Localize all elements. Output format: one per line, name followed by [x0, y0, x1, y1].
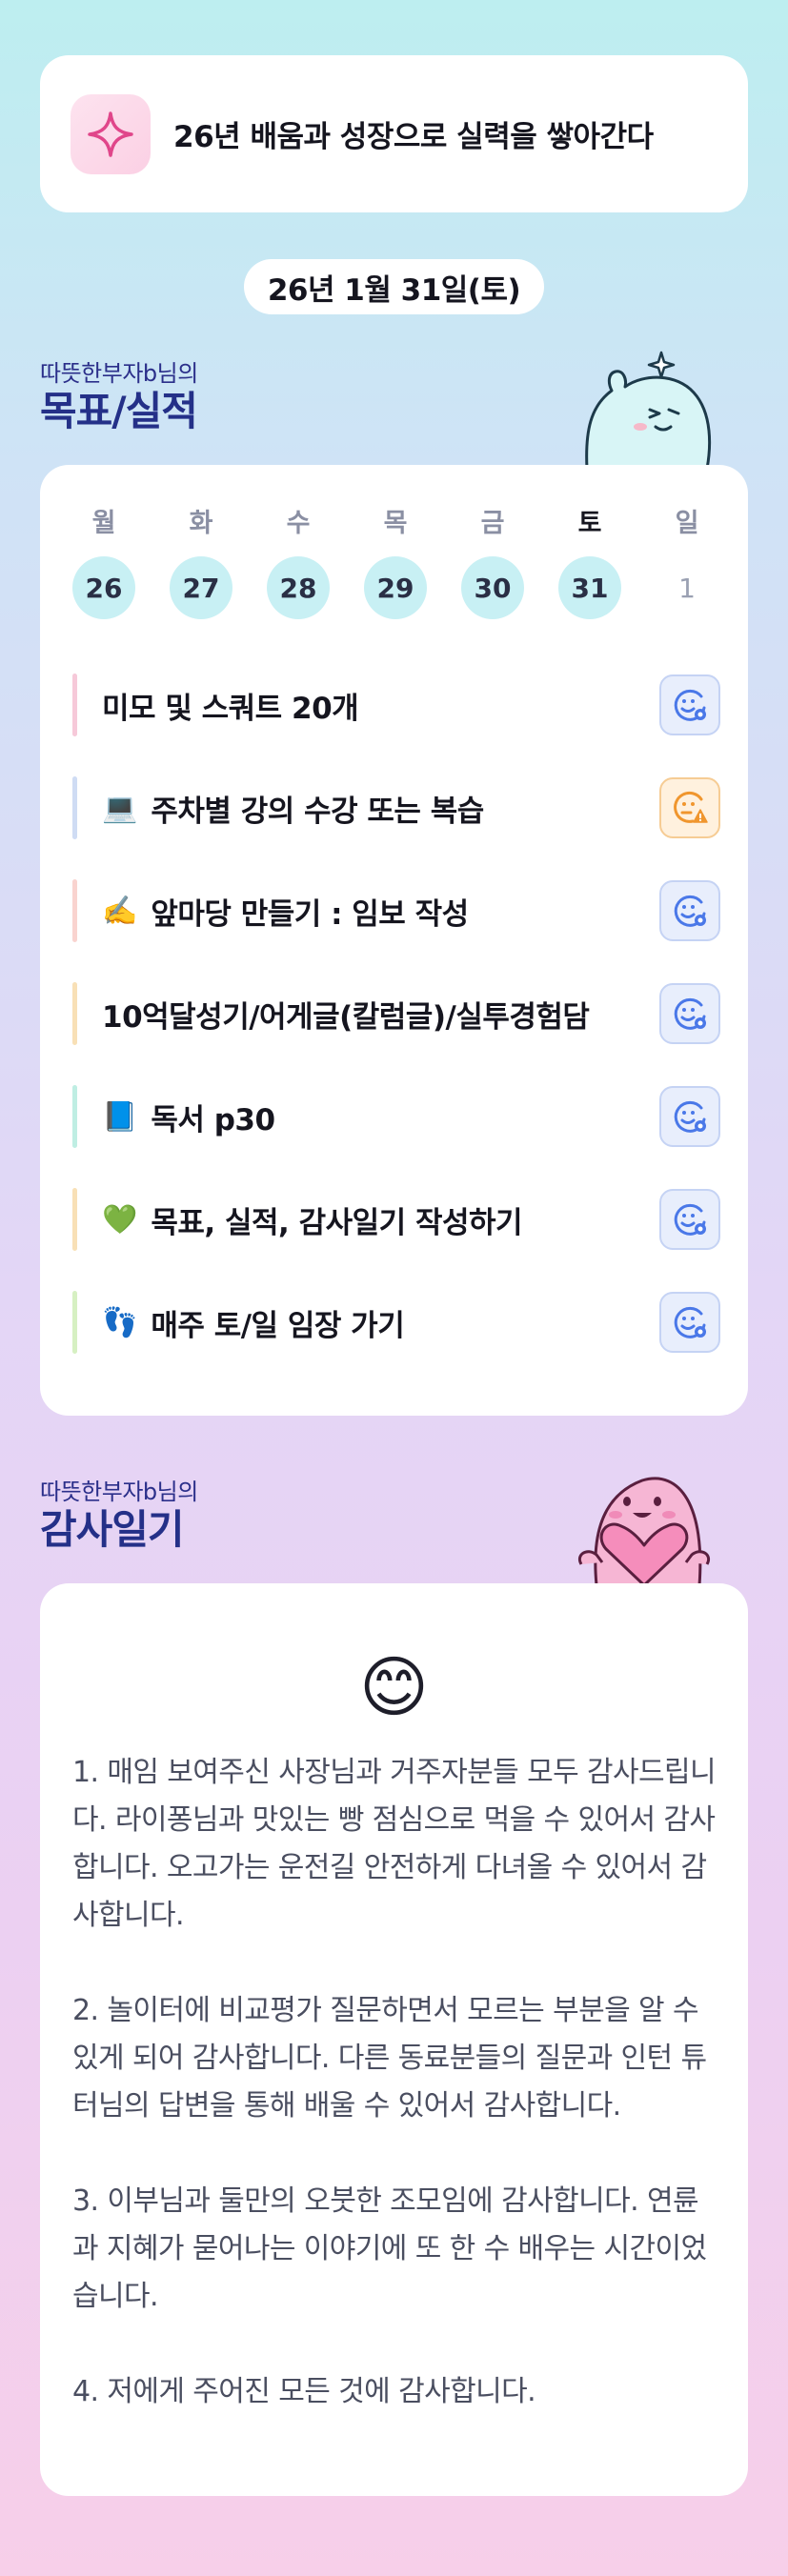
day-number: 27 [170, 556, 232, 619]
smiley-check-icon [674, 1203, 706, 1236]
status-done-button[interactable] [659, 880, 720, 941]
task-color-bar [72, 1085, 77, 1148]
task-item[interactable]: 💚 목표, 실적, 감사일기 작성하기 [72, 1187, 720, 1252]
status-done-button[interactable] [659, 1189, 720, 1250]
goals-section-title: 목표/실적 [40, 388, 198, 434]
task-color-bar [72, 1188, 77, 1251]
day-number: 29 [364, 556, 427, 619]
goal-statement: 26년 배움과 성장으로 실력을 쌓아간다 [173, 120, 654, 154]
day-name: 일 [675, 509, 699, 538]
gratitude-card: 😊 1. 매임 보여주신 사장님과 거주자분들 모두 감사드립니다. 라이퐁님과… [40, 1583, 748, 2496]
status-done-button[interactable] [659, 983, 720, 1044]
day-name: 금 [480, 509, 505, 538]
date-pill: 26년 1월 31일(토) [244, 259, 544, 314]
status-done-button[interactable] [659, 1292, 720, 1353]
task-label: 10억달성기/어게글(칼럼글)/실투경험담 [102, 999, 590, 1035]
gratitude-entry: 1. 매임 보여주신 사장님과 거주자분들 모두 감사드립니다. 라이퐁님과 맛… [72, 1756, 717, 1932]
task-label: 주차별 강의 수강 또는 복습 [151, 794, 484, 829]
smiling-face-icon: 😊 [359, 1648, 429, 1726]
day-number: 31 [558, 556, 621, 619]
week-strip: 월 26 화 27 수 28 목 29 금 30 토 31 일 1 [40, 505, 748, 619]
day-number: 26 [72, 556, 135, 619]
green-heart-icon: 💚 [102, 1202, 138, 1237]
header-card: 26년 배움과 성장으로 실력을 쌓아간다 [40, 55, 748, 212]
day-sun[interactable]: 일 1 [656, 505, 718, 619]
status-done-button[interactable] [659, 674, 720, 735]
task-label: 앞마당 만들기 : 임보 작성 [151, 896, 469, 932]
gratitude-entries: 1. 매임 보여주신 사장님과 거주자분들 모두 감사드립니다. 라이퐁님과 맛… [72, 1749, 720, 2416]
day-thu[interactable]: 목 29 [364, 505, 427, 619]
status-done-button[interactable] [659, 1086, 720, 1147]
day-tue[interactable]: 화 27 [170, 505, 232, 619]
task-item[interactable]: ✍️ 앞마당 만들기 : 임보 작성 [72, 878, 720, 943]
day-name: 수 [286, 509, 311, 538]
task-item[interactable]: 미모 및 스쿼트 20개 [72, 673, 720, 737]
task-item[interactable]: 👣 매주 토/일 임장 가기 [72, 1290, 720, 1355]
smiley-check-icon [674, 1306, 706, 1338]
waving-mascot-illustration [585, 351, 712, 471]
smiley-check-icon [674, 997, 706, 1030]
task-color-bar [72, 674, 77, 736]
day-mon[interactable]: 월 26 [72, 505, 135, 619]
day-name: 토 [577, 509, 602, 538]
day-wed[interactable]: 수 28 [267, 505, 330, 619]
task-label: 미모 및 스쿼트 20개 [102, 691, 359, 726]
day-name: 월 [91, 509, 116, 538]
task-color-bar [72, 879, 77, 942]
smiley-warning-icon [674, 791, 708, 823]
smiley-check-icon [674, 1100, 706, 1133]
writing-hand-icon: ✍️ [102, 894, 138, 928]
task-item[interactable]: 📘 독서 p30 [72, 1084, 720, 1149]
book-icon: 📘 [102, 1099, 138, 1134]
day-name: 화 [189, 509, 213, 538]
gratitude-entry: 3. 이부님과 둘만의 오붓한 조모임에 감사합니다. 연륜과 지혜가 묻어나는… [72, 2184, 707, 2313]
day-sat[interactable]: 토 31 [558, 505, 621, 619]
task-label: 매주 토/일 임장 가기 [151, 1308, 405, 1343]
task-item[interactable]: 💻 주차별 강의 수강 또는 복습 [72, 775, 720, 840]
day-number: 30 [461, 556, 524, 619]
goals-card: 월 26 화 27 수 28 목 29 금 30 토 31 일 1 미모 및 스… [40, 465, 748, 1416]
gratitude-section-title: 감사일기 [40, 1506, 185, 1553]
task-color-bar [72, 776, 77, 839]
day-fri[interactable]: 금 30 [461, 505, 524, 619]
gratitude-entry: 4. 저에게 주어진 모든 것에 감사합니다. [72, 2375, 536, 2408]
smiley-check-icon [674, 689, 706, 721]
task-item[interactable]: 10억달성기/어게글(칼럼글)/실투경험담 [72, 981, 720, 1046]
gratitude-entry: 2. 놀이터에 비교평가 질문하면서 모르는 부분을 알 수 있게 되어 감사합… [72, 1994, 707, 2123]
day-number: 28 [267, 556, 330, 619]
laptop-icon: 💻 [102, 791, 138, 825]
status-warning-button[interactable] [659, 777, 720, 838]
task-label: 독서 p30 [151, 1102, 275, 1137]
task-color-bar [72, 1291, 77, 1354]
smiley-check-icon [674, 895, 706, 927]
sparkle-icon [71, 93, 151, 174]
task-color-bar [72, 982, 77, 1045]
heart-mascot-illustration [578, 1477, 710, 1585]
day-number: 1 [678, 572, 696, 604]
task-label: 목표, 실적, 감사일기 작성하기 [151, 1205, 523, 1240]
day-name: 목 [383, 509, 408, 538]
footprints-icon: 👣 [102, 1305, 138, 1339]
